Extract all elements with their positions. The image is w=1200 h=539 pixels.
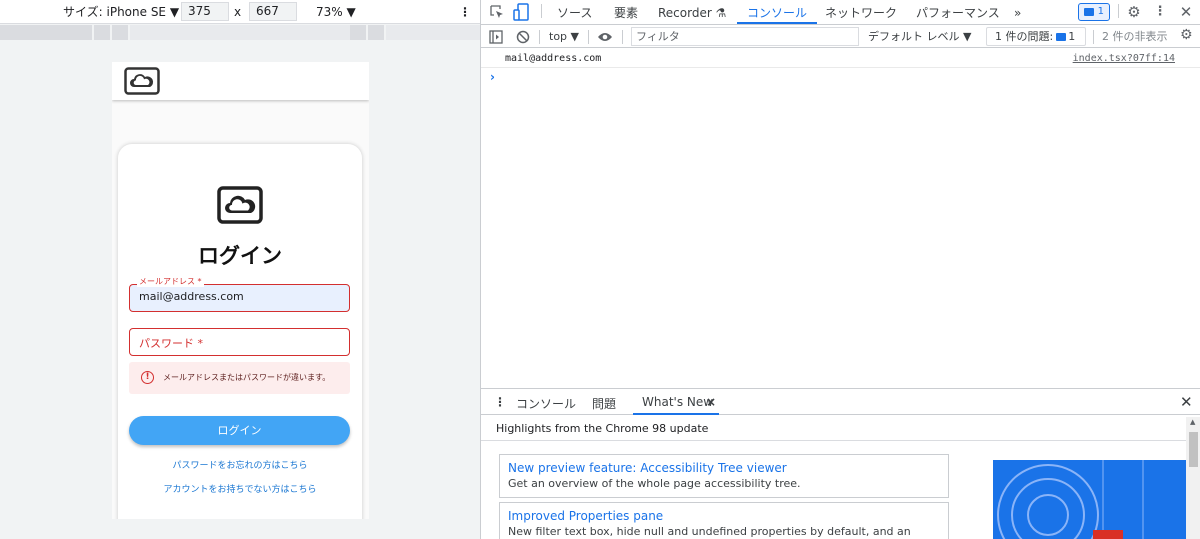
active-tab-indicator <box>737 22 817 24</box>
issue-message-icon <box>1084 8 1094 16</box>
close-drawer-icon[interactable]: ✕ <box>1180 393 1193 411</box>
signup-link[interactable]: アカウントをお持ちでない方はこちら <box>118 482 362 495</box>
issues-count-button[interactable]: 1 件の問題: 1 <box>986 27 1086 46</box>
active-tab-indicator <box>633 413 719 415</box>
dimension-separator: x <box>234 5 242 19</box>
password-field[interactable]: パスワード * <box>129 328 350 356</box>
hidden-messages-count: 2 件の非表示 <box>1102 30 1168 43</box>
drawer-menu-icon[interactable]: ⋮ <box>494 395 506 409</box>
feature-description: Get an overview of the whole page access… <box>508 477 801 490</box>
console-toolbar: top ▼ フィルタ デフォルト レベル ▼ 1 件の問題: 1 2 件の非表示 … <box>481 26 1200 48</box>
ruler-segment[interactable] <box>112 25 130 40</box>
feature-title[interactable]: New preview feature: Accessibility Tree … <box>508 460 940 476</box>
error-alert: ! メールアドレスまたはパスワードが違います。 <box>129 362 350 394</box>
log-levels-select[interactable]: デフォルト レベル ▼ <box>868 29 971 45</box>
email-value: mail@address.com <box>139 290 244 303</box>
width-input[interactable]: 375 <box>181 2 229 21</box>
console-prompt[interactable]: › <box>490 70 495 84</box>
password-placeholder: パスワード * <box>139 337 203 350</box>
feature-card[interactable]: New preview feature: Accessibility Tree … <box>499 454 949 498</box>
log-message: mail@address.com <box>505 53 602 64</box>
highlights-heading: Highlights from the Chrome 98 update <box>496 422 709 435</box>
toolbar-divider <box>622 30 623 44</box>
height-input[interactable]: 667 <box>249 2 297 21</box>
clear-console-icon[interactable] <box>516 30 530 44</box>
customize-menu-icon[interactable]: ⋮ <box>1152 4 1168 20</box>
ruler-segment[interactable] <box>94 25 112 40</box>
issues-badge[interactable]: 1 <box>1078 3 1110 21</box>
drawer-tab-whats-new[interactable]: What's New <box>642 395 713 409</box>
log-source-link[interactable]: index.tsx?07ff:14 <box>1073 53 1175 64</box>
issue-message-icon <box>1056 33 1067 41</box>
tab-network[interactable]: ネットワーク <box>825 5 897 21</box>
more-tabs-icon[interactable]: » <box>1014 5 1021 21</box>
forgot-password-link[interactable]: パスワードをお忘れの方はこちら <box>118 458 362 471</box>
feature-description: New filter text box, hide null and undef… <box>508 525 911 538</box>
toolbar-divider <box>541 4 542 18</box>
tab-performance[interactable]: パフォーマンス <box>916 5 1000 21</box>
error-message: メールアドレスまたはパスワードが違います。 <box>163 373 331 382</box>
devtools-panel: ソース 要素 Recorder ⚗ コンソール ネットワーク パフォーマンス »… <box>480 0 1200 539</box>
login-card: ログイン メールアドレス * mail@address.com パスワード * … <box>118 144 362 519</box>
drawer-tab-issues[interactable]: 問題 <box>592 395 616 412</box>
divider <box>481 440 1186 441</box>
device-viewport: ログイン メールアドレス * mail@address.com パスワード * … <box>112 62 369 519</box>
chrome-circle-graphic <box>997 460 1144 539</box>
ruler-segment[interactable] <box>0 25 94 40</box>
inspect-element-icon[interactable] <box>490 5 504 19</box>
toolbar-divider <box>539 30 540 44</box>
ruler-segment[interactable] <box>350 25 368 40</box>
device-toggle-icon[interactable] <box>513 3 529 21</box>
tab-recorder[interactable]: Recorder ⚗ <box>658 5 726 21</box>
scroll-up-icon[interactable]: ▲ <box>1190 418 1195 426</box>
scroll-thumb[interactable] <box>1189 432 1198 467</box>
context-select[interactable]: top ▼ <box>549 29 579 45</box>
promo-image <box>993 460 1186 539</box>
login-button[interactable]: ログイン <box>129 416 350 445</box>
email-field[interactable]: メールアドレス * mail@address.com <box>129 277 350 312</box>
filter-input[interactable]: フィルタ <box>631 27 859 46</box>
close-tab-icon[interactable]: × <box>706 395 716 409</box>
error-icon: ! <box>141 371 154 384</box>
tab-console[interactable]: コンソール <box>747 5 807 21</box>
tab-sources[interactable]: ソース <box>557 5 592 21</box>
device-toolbar: サイズ: iPhone SE ▼ 375 x 667 73% ▼ ⋮ <box>0 0 480 24</box>
drawer-scrollbar[interactable]: ▲ <box>1186 417 1200 539</box>
console-log-entry: mail@address.com index.tsx?07ff:14 <box>481 50 1200 68</box>
login-title: ログイン <box>198 244 282 268</box>
issues-badge-count: 1 <box>1097 6 1104 17</box>
settings-gear-icon[interactable]: ⚙ <box>1126 4 1142 20</box>
feature-title[interactable]: Improved Properties pane <box>508 508 940 524</box>
live-expression-eye-icon[interactable] <box>597 31 613 43</box>
console-settings-gear-icon[interactable]: ⚙ <box>1180 27 1193 43</box>
issues-count-number: 1 <box>1068 30 1076 43</box>
close-devtools-icon[interactable]: ✕ <box>1178 4 1194 20</box>
sidebar-toggle-icon[interactable] <box>489 30 503 44</box>
devtools-tab-bar: ソース 要素 Recorder ⚗ コンソール ネットワーク パフォーマンス »… <box>481 0 1200 25</box>
device-emulation-pane: サイズ: iPhone SE ▼ 375 x 667 73% ▼ ⋮ ログイン … <box>0 0 480 539</box>
ruler-segment[interactable] <box>368 25 386 40</box>
drawer-tab-bar: ⋮ コンソール 問題 What's New × ✕ <box>481 389 1200 415</box>
toolbar-divider <box>1093 30 1094 44</box>
email-label: メールアドレス * <box>137 277 204 287</box>
cloud-logo-icon[interactable] <box>124 67 160 95</box>
issues-count-text: 1 件の問題: <box>995 30 1054 43</box>
toolbar-divider <box>588 30 589 44</box>
zoom-select[interactable]: 73% ▼ <box>316 4 356 20</box>
app-bar <box>112 62 369 100</box>
more-options-icon[interactable]: ⋮ <box>459 4 471 20</box>
cloud-logo-icon <box>217 186 263 224</box>
tab-elements[interactable]: 要素 <box>614 5 638 21</box>
drawer-panel: ⋮ コンソール 問題 What's New × ✕ Highlights fro… <box>481 388 1200 539</box>
feature-card[interactable]: Improved Properties pane New filter text… <box>499 502 949 539</box>
media-query-ruler[interactable] <box>0 25 480 40</box>
drawer-tab-console[interactable]: コンソール <box>516 395 576 412</box>
device-select[interactable]: サイズ: iPhone SE ▼ <box>63 4 179 20</box>
toolbar-divider <box>1118 4 1119 18</box>
